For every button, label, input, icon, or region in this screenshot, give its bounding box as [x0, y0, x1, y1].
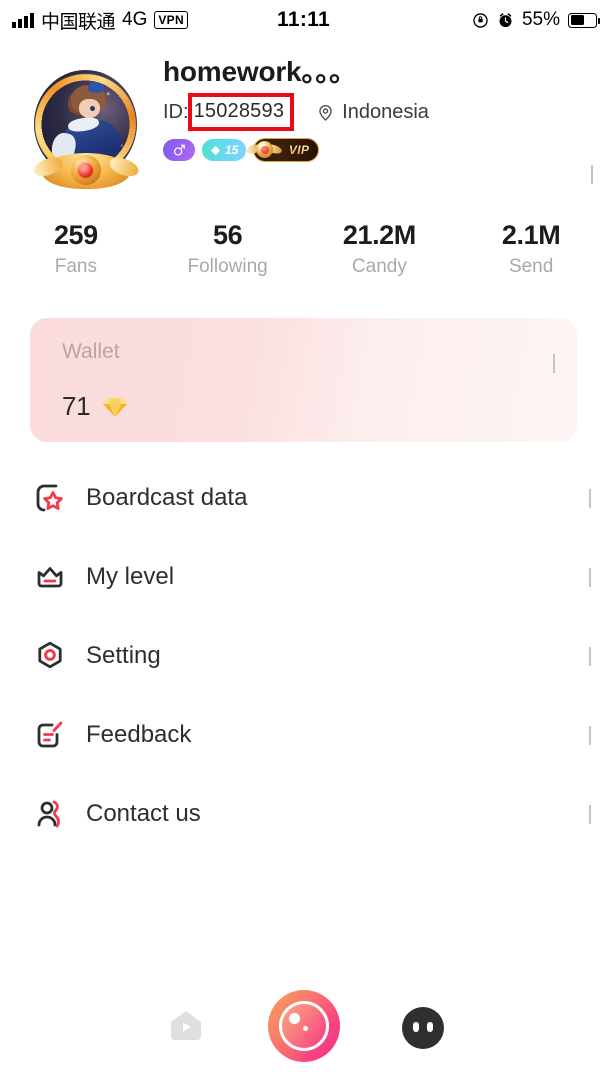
vip-badge: VIP — [245, 138, 320, 162]
tab-live[interactable] — [267, 990, 340, 1062]
stats-row: 259 Fans 56 Following 21.2M Candy 2.1M S… — [0, 218, 607, 281]
username-label: homework。。。 — [163, 56, 357, 87]
stat-label: Following — [187, 256, 268, 277]
menu-list: Boardcast data My level Setting Feedback… — [0, 458, 607, 853]
stat-following[interactable]: 56 Following — [152, 218, 304, 281]
stat-value: 259 — [53, 220, 98, 250]
settings-hexagon-icon — [29, 635, 71, 677]
profile-screen: 中国联通 4G VPN 11:11 55% homework。。。 ID: 15… — [0, 0, 607, 1080]
contact-person-icon — [29, 793, 71, 835]
rotation-lock-icon — [473, 12, 488, 28]
profile-info: homework。。。 ID: 15028593 Indonesia 15 VI… — [163, 55, 429, 162]
level-value: 15 — [225, 143, 239, 157]
stat-value: 21.2M — [342, 220, 416, 250]
male-symbol-icon — [174, 144, 185, 156]
menu-item-label: My level — [86, 562, 175, 590]
broadcast-star-icon — [29, 477, 71, 519]
menu-item-label: Boardcast data — [86, 483, 248, 511]
status-right: 55% — [472, 9, 601, 31]
avatar[interactable] — [18, 62, 153, 189]
tab-home[interactable] — [162, 1002, 210, 1050]
wallet-card[interactable]: Wallet 71 — [30, 318, 577, 442]
location-row: Indonesia — [316, 101, 429, 124]
stat-candy[interactable]: 21.2M Candy — [304, 218, 456, 281]
tab-me[interactable] — [401, 1006, 445, 1050]
id-highlight-box: 15028593 — [187, 93, 295, 131]
stat-value: 56 — [213, 220, 243, 250]
menu-chevron-icon[interactable] — [589, 488, 591, 508]
menu-item-label: Feedback — [86, 720, 192, 748]
home-play-icon — [171, 1011, 201, 1040]
menu-item-boardcast-data[interactable]: Boardcast data — [0, 458, 607, 537]
stat-value: 2.1M — [501, 220, 561, 250]
avatar-frame-gem-icon — [70, 155, 101, 185]
battery-icon — [568, 12, 601, 28]
bottom-tab-bar — [0, 984, 607, 1080]
wallet-title-label: Wallet — [62, 340, 120, 363]
user-id-value: 15028593 — [193, 100, 285, 122]
menu-item-setting[interactable]: Setting — [0, 616, 607, 695]
live-camera-icon — [267, 990, 340, 1062]
diamond-gem-icon — [102, 395, 128, 419]
stat-label: Send — [508, 256, 554, 277]
badge-row: 15 VIP — [163, 138, 429, 162]
me-face-icon — [402, 1007, 444, 1049]
level-diamond-icon — [210, 145, 221, 155]
status-bar: 中国联通 4G VPN 11:11 55% — [0, 0, 607, 40]
profile-header[interactable]: homework。。。 ID: 15028593 Indonesia 15 VI… — [0, 55, 607, 195]
stat-fans[interactable]: 259 Fans — [0, 218, 152, 281]
menu-item-contact-us[interactable]: Contact us — [0, 774, 607, 853]
location-label: Indonesia — [342, 100, 429, 123]
stat-label: Fans — [54, 256, 97, 277]
vip-label: VIP — [288, 143, 310, 157]
alarm-clock-icon — [499, 12, 512, 27]
menu-chevron-icon[interactable] — [589, 804, 591, 824]
feedback-note-icon — [29, 714, 71, 756]
level-badge: 15 — [202, 139, 247, 161]
wallet-amount-row: 71 — [62, 391, 128, 422]
gender-badge — [163, 139, 195, 161]
battery-percent-label: 55% — [521, 9, 560, 30]
vip-emblem-icon — [245, 136, 284, 164]
stat-label: Candy — [351, 256, 407, 277]
menu-item-label: Setting — [86, 641, 161, 669]
stat-send[interactable]: 2.1M Send — [455, 218, 607, 281]
menu-chevron-icon[interactable] — [589, 646, 591, 666]
profile-chevron-icon[interactable] — [591, 165, 593, 184]
menu-item-my-level[interactable]: My level — [0, 537, 607, 616]
menu-item-label: Contact us — [86, 799, 201, 827]
menu-item-feedback[interactable]: Feedback — [0, 695, 607, 774]
wallet-chevron-icon[interactable] — [553, 354, 555, 373]
id-prefix-label: ID: — [163, 100, 189, 123]
menu-chevron-icon[interactable] — [589, 725, 591, 745]
id-location-row: ID: 15028593 Indonesia — [163, 93, 429, 131]
crown-icon — [29, 556, 71, 598]
wallet-amount-value: 71 — [62, 391, 91, 421]
menu-chevron-icon[interactable] — [589, 567, 591, 587]
location-pin-icon — [319, 104, 332, 121]
